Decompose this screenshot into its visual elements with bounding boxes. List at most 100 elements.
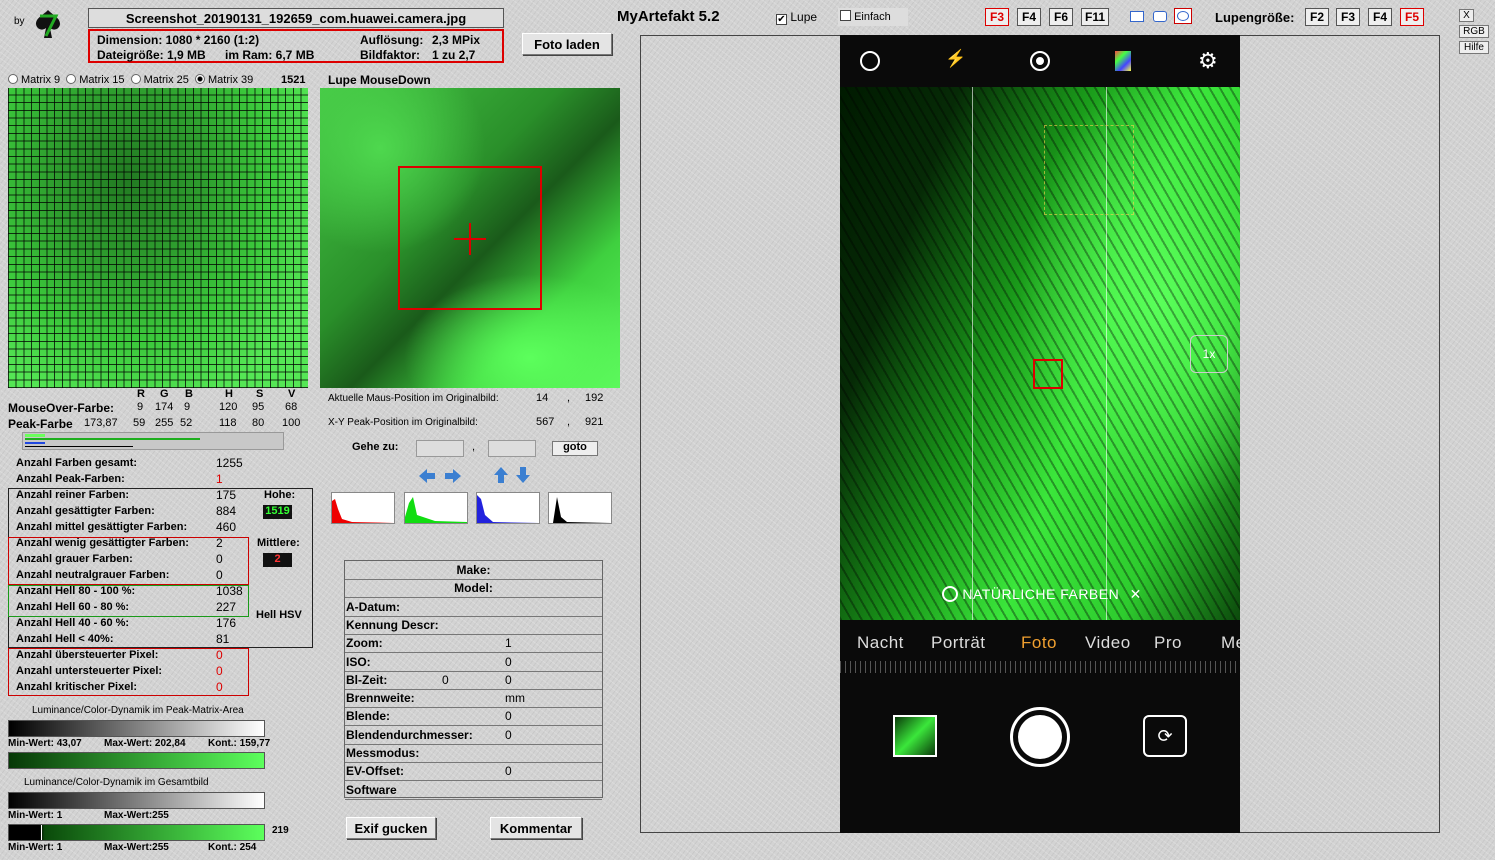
gallery-thumbnail [893,715,937,757]
load-photo-button[interactable]: Foto laden [522,33,612,55]
mouseover-h: 120 [219,401,238,413]
peak-s: 80 [252,417,265,429]
goto-separator: , [472,441,476,453]
peak-dynamics-bar [8,720,265,737]
stat-value: 1038 [216,584,243,598]
by-label: by [14,16,25,27]
goto-y-input[interactable] [488,440,536,457]
einfach-checkbox[interactable]: Einfach [838,8,908,26]
exif-button[interactable]: Exif gucken [346,817,436,839]
stat-value: 227 [216,600,237,614]
color-mode-label: NATÜRLICHE FARBEN [962,586,1120,602]
checkbox-icon [840,10,851,21]
close-button[interactable]: X [1459,9,1474,22]
mode-more: Meh [1221,633,1240,652]
arrow-down-icon[interactable] [515,466,531,484]
peak-y: 921 [585,416,604,428]
stat-label: Anzahl reiner Farben: [16,489,130,501]
exif-row: Bl-Zeit: 0 0 [345,671,602,690]
histogram-green [404,492,468,524]
color-header-v: V [288,388,296,400]
exif-label: Kennung Descr: [346,617,439,632]
stat-label: Anzahl neutralgrauer Farben: [16,569,170,581]
fkey-f6[interactable]: F6 [1049,8,1073,26]
lupe-label: Lupe [790,10,818,24]
peak-b: 52 [180,417,193,429]
matrix-15-option[interactable]: Matrix 15 [66,74,125,86]
shape-square-icon[interactable] [1130,11,1144,22]
stat-value: 1 [216,472,223,486]
exif-label: Messmodus: [346,746,420,760]
goto-x-input[interactable] [416,440,464,457]
exif-value-2: 0 [505,727,512,742]
radio-selected-icon [195,74,205,84]
exif-label: Model: [454,581,493,596]
histogram-luminance [548,492,612,524]
size-f2[interactable]: F2 [1305,8,1329,26]
arrow-up-icon[interactable] [493,466,509,484]
matrix-39-option[interactable]: Matrix 39 [195,74,253,86]
shape-circle-icon[interactable] [1174,8,1192,24]
exif-row: Software [345,781,602,800]
comment-button[interactable]: Kommentar [490,817,582,839]
file-name-box: Screenshot_20190131_192659_com.huawei.ca… [88,8,504,28]
mode-foto: Foto [1021,633,1058,652]
check-icon: ✔ [776,14,787,25]
matrix-9-option[interactable]: Matrix 9 [8,74,60,86]
shape-rounded-icon[interactable] [1153,11,1167,22]
color-header-s: S [256,388,264,400]
exif-label: A-Datum: [346,599,400,614]
total-side-value: 219 [272,825,289,836]
lupe-checkbox[interactable]: ✔ Lupe [776,10,817,25]
total-dynamics-bar [8,792,265,809]
arrow-left-icon[interactable] [418,468,436,484]
arrow-right-icon[interactable] [444,468,462,484]
peak-x: 567 [536,416,555,428]
size-f3[interactable]: F3 [1336,8,1360,26]
color-mode-banner: NATÜRLICHE FARBEN ✕ [942,586,1142,603]
rgb-button[interactable]: RGB [1459,25,1489,38]
exif-row: Blende: 0 [345,707,602,727]
peak-min: Min-Wert: 43,07 [8,738,82,749]
stat-label: Anzahl Hell 80 - 100 %: [16,585,136,597]
stat-value: 81 [216,632,230,646]
mouseover-v: 68 [285,401,298,413]
close-banner-icon: ✕ [1129,586,1142,602]
size-f5[interactable]: F5 [1400,8,1424,26]
matrix-25-label: Matrix 25 [143,74,189,86]
app-title: MyArtefakt 5.2 [617,8,720,25]
matrix-count: 1521 [281,74,306,86]
stat-value: 0 [216,664,223,678]
fkey-f11[interactable]: F11 [1081,8,1109,26]
fkey-f3[interactable]: F3 [985,8,1009,26]
histogram-blue [476,492,540,524]
logo-icon [32,8,64,40]
goto-button[interactable]: goto [552,441,598,456]
size-f4[interactable]: F4 [1368,8,1392,26]
stat-label: Anzahl mittel gesättigter Farben: [16,521,188,533]
hohe-label: Hohe: [264,489,296,501]
help-button[interactable]: Hilfe [1459,41,1489,54]
exif-label: Software [346,782,397,797]
mouse-y: 192 [585,392,604,404]
phone-screenshot[interactable]: ⚡ ⚙ 1x NATÜRLICHE FARBEN ✕ Nacht Porträt… [840,35,1240,833]
exif-label: Blendendurchmesser: [346,727,473,742]
flash-off-icon: ⚡ [945,49,967,68]
hell-hsv-label: Hell HSV [256,609,302,621]
matrix-25-option[interactable]: Matrix 25 [130,74,189,86]
matrix-9-label: Matrix 9 [21,74,61,86]
stat-label: Anzahl Farben gesamt: [16,457,138,469]
color-header-b: B [185,388,193,400]
stat-value: 176 [216,616,237,630]
shutter-button [1010,707,1070,767]
stat-label: Anzahl übersteuerter Pixel: [16,649,159,661]
exif-label: EV-Offset: [346,764,405,779]
exif-row: Make: [345,561,602,580]
stat-label: Anzahl gesättigter Farben: [16,505,155,517]
stat-label: Anzahl untersteuerter Pixel: [16,665,163,677]
peak-kont: Kont.: 159,77 [208,738,271,749]
total-color-bar [8,824,265,841]
lupe-view[interactable] [320,88,620,388]
matrix-grid[interactable] [8,88,308,388]
fkey-f4[interactable]: F4 [1017,8,1041,26]
